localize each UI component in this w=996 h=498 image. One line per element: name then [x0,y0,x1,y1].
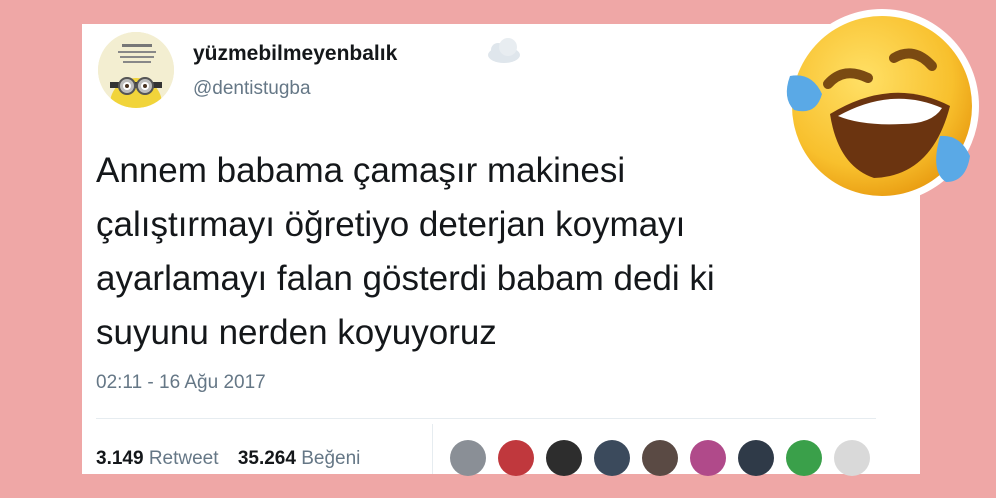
liker-avatar[interactable] [834,440,870,476]
laughing-crying-emoji-icon [785,9,979,203]
liker-avatar[interactable] [738,440,774,476]
tweet-stats: 3.149 Retweet 35.264 Beğeni [96,448,374,470]
liker-avatar[interactable] [690,440,726,476]
like-label: Beğeni [301,448,361,469]
divider [96,418,876,419]
liker-avatar[interactable] [546,440,582,476]
tweet-timestamp[interactable]: 02:11 - 16 Ağu 2017 [96,372,266,394]
avatar[interactable] [98,32,174,108]
stats-divider [432,424,433,474]
tweet-text-line: çalıştırmayı öğretiyo deterjan koymayı [96,205,686,244]
tweet-text-line: suyunu nerden koyuyoruz [96,313,497,352]
display-name[interactable]: yüzmebilmeyenbalık [193,42,397,66]
tweet-text-line: Annem babama çamaşır makinesi [96,151,626,190]
tweet-text-line: ayarlamayı falan gösterdi babam dedi ki [96,259,715,298]
liker-avatar[interactable] [498,440,534,476]
retweet-stat[interactable]: 3.149 Retweet [96,448,219,469]
retweet-count: 3.149 [96,448,144,469]
cloud-icon [488,38,520,63]
liker-avatar[interactable] [786,440,822,476]
liker-avatar[interactable] [450,440,486,476]
liker-avatar[interactable] [642,440,678,476]
tweet-text: Annem babama çamaşır makinesi çalıştırma… [96,144,896,360]
retweet-label: Retweet [148,448,219,469]
liker-avatar[interactable] [594,440,630,476]
like-stat[interactable]: 35.264 Beğeni [238,448,361,469]
minion-avatar-icon [98,32,174,108]
user-handle[interactable]: @dentistugba [193,78,311,100]
like-count: 35.264 [237,448,296,469]
